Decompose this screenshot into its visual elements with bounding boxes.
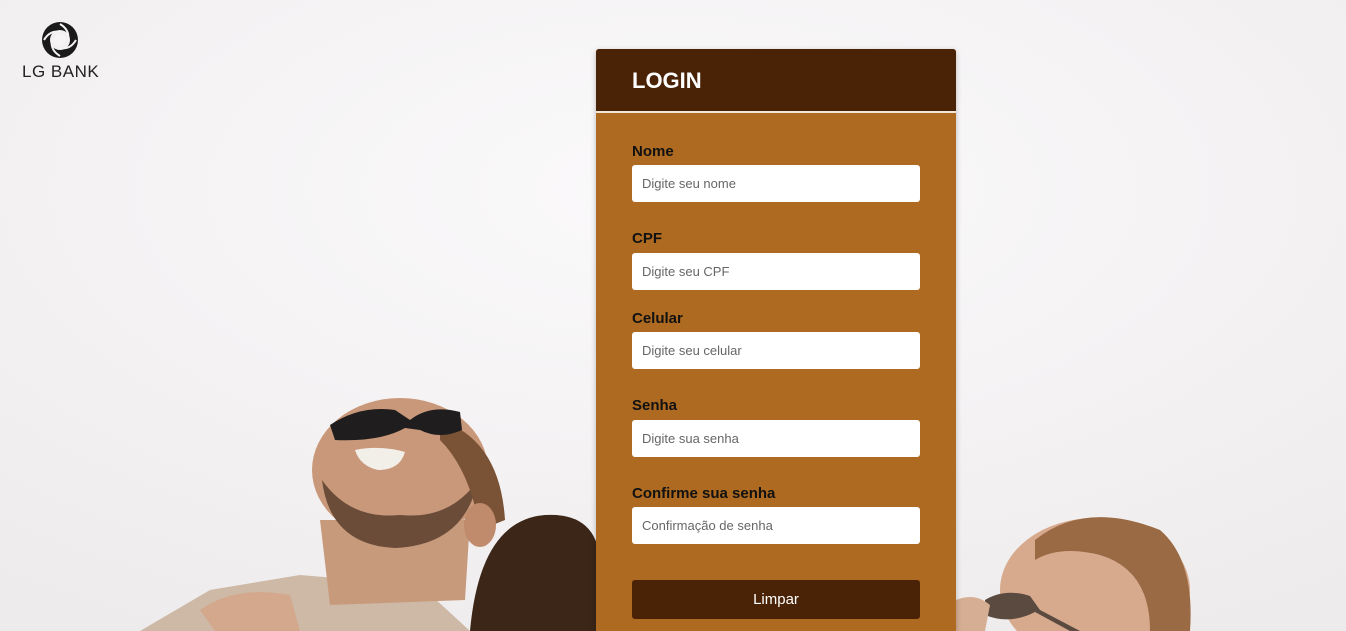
- brand-logo[interactable]: LG BANK: [22, 20, 102, 82]
- name-input[interactable]: [632, 165, 920, 202]
- clear-button[interactable]: Limpar: [632, 580, 920, 619]
- password-input[interactable]: [632, 420, 920, 457]
- name-label: Nome: [632, 143, 674, 160]
- login-title: LOGIN: [632, 68, 702, 93]
- password-label: Senha: [632, 397, 678, 414]
- cpf-input[interactable]: [632, 253, 920, 290]
- confirm-password-input[interactable]: [632, 507, 920, 544]
- phone-label: Celular: [632, 310, 683, 327]
- swirl-logo-icon: [42, 22, 78, 58]
- confirm-password-label: Confirme sua senha: [632, 485, 776, 502]
- login-form: LOGIN Nome CPF Celular Senha Confirme su…: [596, 49, 956, 631]
- login-page: LG BANK LOGIN Nome CPF Celular Senha Con…: [0, 0, 1346, 631]
- brand-name: LG BANK: [22, 62, 100, 81]
- cpf-label: CPF: [632, 230, 662, 247]
- login-header: LOGIN: [596, 49, 956, 113]
- phone-input[interactable]: [632, 332, 920, 369]
